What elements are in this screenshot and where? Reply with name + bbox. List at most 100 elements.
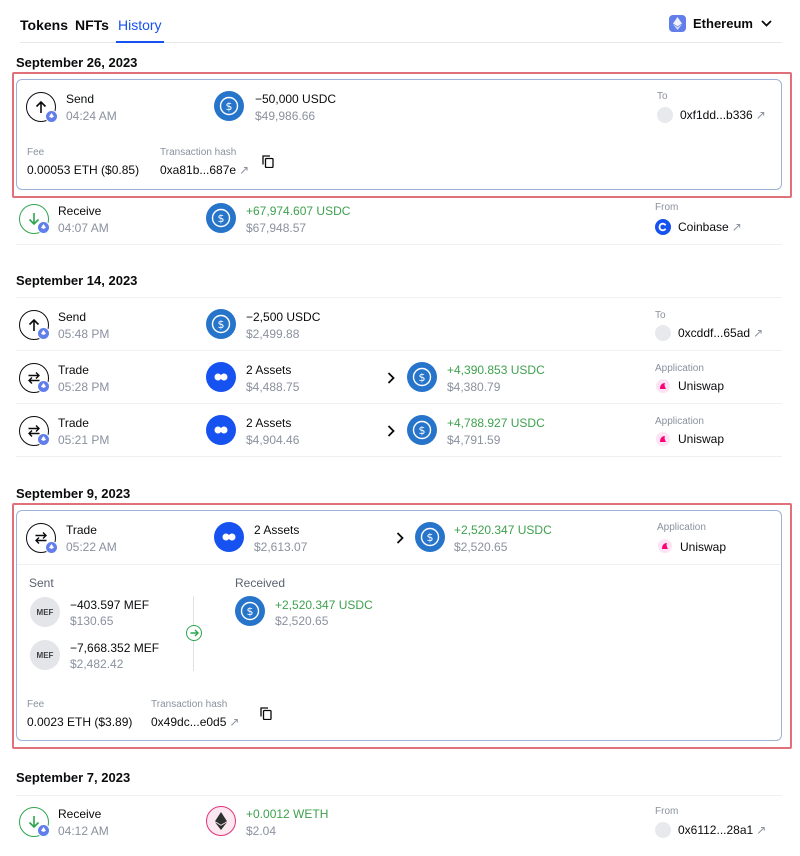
transaction-row[interactable]: Trade 05:21 PM 2 Assets $4,904.46 $ +4,7… [16, 410, 782, 456]
token-amount: 2 Assets [246, 416, 292, 430]
divider [16, 795, 782, 796]
received-fiat: $2,520.65 [454, 540, 508, 554]
svg-text:$: $ [419, 371, 426, 384]
party-name[interactable]: Uniswap [680, 540, 726, 554]
usdc-token-icon: $ [407, 415, 437, 445]
uniswap-logo-icon [656, 379, 670, 398]
ethereum-badge-icon [37, 433, 50, 446]
fee-label: Fee [27, 699, 45, 710]
divider [16, 456, 782, 457]
copy-icon[interactable] [260, 707, 272, 725]
fiat-amount: $49,986.66 [255, 109, 316, 123]
sent-fiat: $2,482.42 [70, 657, 124, 671]
party-address-link[interactable]: 0xcddf...65ad ↗ [678, 326, 763, 340]
party-label: To [657, 91, 668, 102]
divider [16, 403, 782, 404]
chevron-down-icon [761, 14, 772, 32]
fiat-amount: $67,948.57 [246, 221, 307, 235]
tab-tokens[interactable]: Tokens [20, 17, 68, 33]
transaction-row[interactable]: Trade 05:28 PM 2 Assets $4,488.75 $ +4,3… [16, 357, 782, 403]
date-header: September 9, 2023 [16, 486, 131, 501]
uniswap-logo-icon [656, 432, 670, 451]
external-link-icon: ↗ [753, 326, 764, 340]
party-label: Application [655, 416, 704, 427]
tab-history[interactable]: History [116, 17, 164, 43]
address-avatar [655, 822, 671, 838]
sent-label: Sent [29, 576, 54, 590]
transaction-type: Receive [58, 204, 102, 218]
token-amount: −50,000 USDC [255, 92, 337, 106]
tab-nfts[interactable]: NFTs [75, 17, 109, 33]
received-fiat: $4,791.59 [447, 433, 501, 447]
external-link-icon: ↗ [755, 108, 766, 122]
transaction-type: Send [58, 310, 87, 324]
transaction-row-expanded[interactable]: Trade 05:22 AM 2 Assets $2,613.07 $ +2,5… [16, 510, 782, 741]
date-header: September 7, 2023 [16, 770, 131, 785]
fee-value: 0.0023 ETH ($3.89) [27, 715, 133, 729]
party-label: From [655, 202, 679, 213]
party-label: From [655, 806, 679, 817]
transaction-type: Receive [58, 807, 102, 821]
transaction-hash: 0x49dc...e0d5 [151, 715, 227, 729]
transaction-hash-link[interactable]: 0xa81b...687e ↗ [160, 163, 249, 177]
received-fiat: $4,380.79 [447, 380, 501, 394]
received-amount: +4,390.853 USDC [447, 363, 545, 377]
received-amount: +4,788.927 USDC [447, 416, 545, 430]
divider [17, 564, 781, 565]
fee-value: 0.00053 ETH ($0.85) [27, 163, 140, 177]
chain-selector[interactable]: Ethereum [669, 12, 772, 34]
token-amount: 2 Assets [254, 523, 300, 537]
svg-text:$: $ [226, 100, 233, 113]
party-address-link[interactable]: 0xf1dd...b336 ↗ [680, 108, 766, 122]
received-fiat: $2,520.65 [275, 614, 329, 628]
token-amount: −2,500 USDC [246, 310, 321, 324]
party-name: Coinbase [678, 220, 729, 234]
transaction-row-expanded[interactable]: Send 04:24 AM $ −50,000 USDC $49,986.66 … [16, 79, 782, 190]
party-address: 0xcddf...65ad [678, 326, 751, 340]
multiple-assets-icon [206, 415, 236, 445]
divider [16, 297, 782, 298]
copy-icon[interactable] [262, 155, 274, 173]
external-link-icon: ↗ [731, 220, 742, 234]
usdc-token-icon: $ [214, 91, 244, 121]
received-label: Received [235, 576, 286, 590]
party-link[interactable]: Coinbase ↗ [678, 220, 742, 234]
party-label: Application [657, 522, 706, 533]
party-address-link[interactable]: 0x6112...28a1 ↗ [678, 823, 766, 837]
external-link-icon: ↗ [239, 163, 250, 177]
chain-name: Ethereum [693, 15, 753, 31]
party-name[interactable]: Uniswap [678, 432, 724, 446]
external-link-icon: ↗ [229, 715, 240, 729]
token-amount: +0.0012 WETH [246, 807, 329, 821]
svg-text:$: $ [419, 424, 426, 437]
ethereum-badge-icon [45, 541, 58, 554]
transaction-hash-label: Transaction hash [160, 147, 237, 158]
transaction-type: Trade [58, 416, 89, 430]
fiat-amount: $2,499.88 [246, 327, 300, 341]
fiat-amount: $2.04 [246, 824, 277, 838]
transaction-row[interactable]: Send 05:48 PM $ −2,500 USDC $2,499.88 To… [16, 304, 782, 350]
transaction-time: 05:48 PM [58, 327, 110, 341]
usdc-token-icon: $ [235, 596, 265, 626]
party-label: To [655, 310, 666, 321]
chevron-right-icon [387, 424, 395, 442]
transaction-time: 04:12 AM [58, 824, 109, 838]
transaction-time: 04:24 AM [66, 109, 117, 123]
transaction-time: 04:07 AM [58, 221, 109, 235]
ethereum-badge-icon [45, 110, 58, 123]
transaction-hash-link[interactable]: 0x49dc...e0d5 ↗ [151, 715, 239, 729]
external-link-icon: ↗ [756, 823, 767, 837]
transaction-row[interactable]: Receive 04:07 AM $ +67,974.607 USDC $67,… [16, 198, 782, 244]
fee-label: Fee [27, 147, 45, 158]
party-name[interactable]: Uniswap [678, 379, 724, 393]
address-avatar [655, 325, 671, 341]
fiat-amount: $4,488.75 [246, 380, 300, 394]
fiat-amount: $2,613.07 [254, 540, 308, 554]
mef-token-icon: MEF [30, 597, 60, 627]
sent-amount: −7,668.352 MEF [70, 641, 160, 655]
ethereum-badge-icon [37, 824, 50, 837]
sent-fiat: $130.65 [70, 614, 114, 628]
divider [16, 350, 782, 351]
transaction-row[interactable]: Receive 04:12 AM +0.0012 WETH $2.04 From… [16, 802, 782, 848]
arrow-right-icon [186, 625, 202, 641]
